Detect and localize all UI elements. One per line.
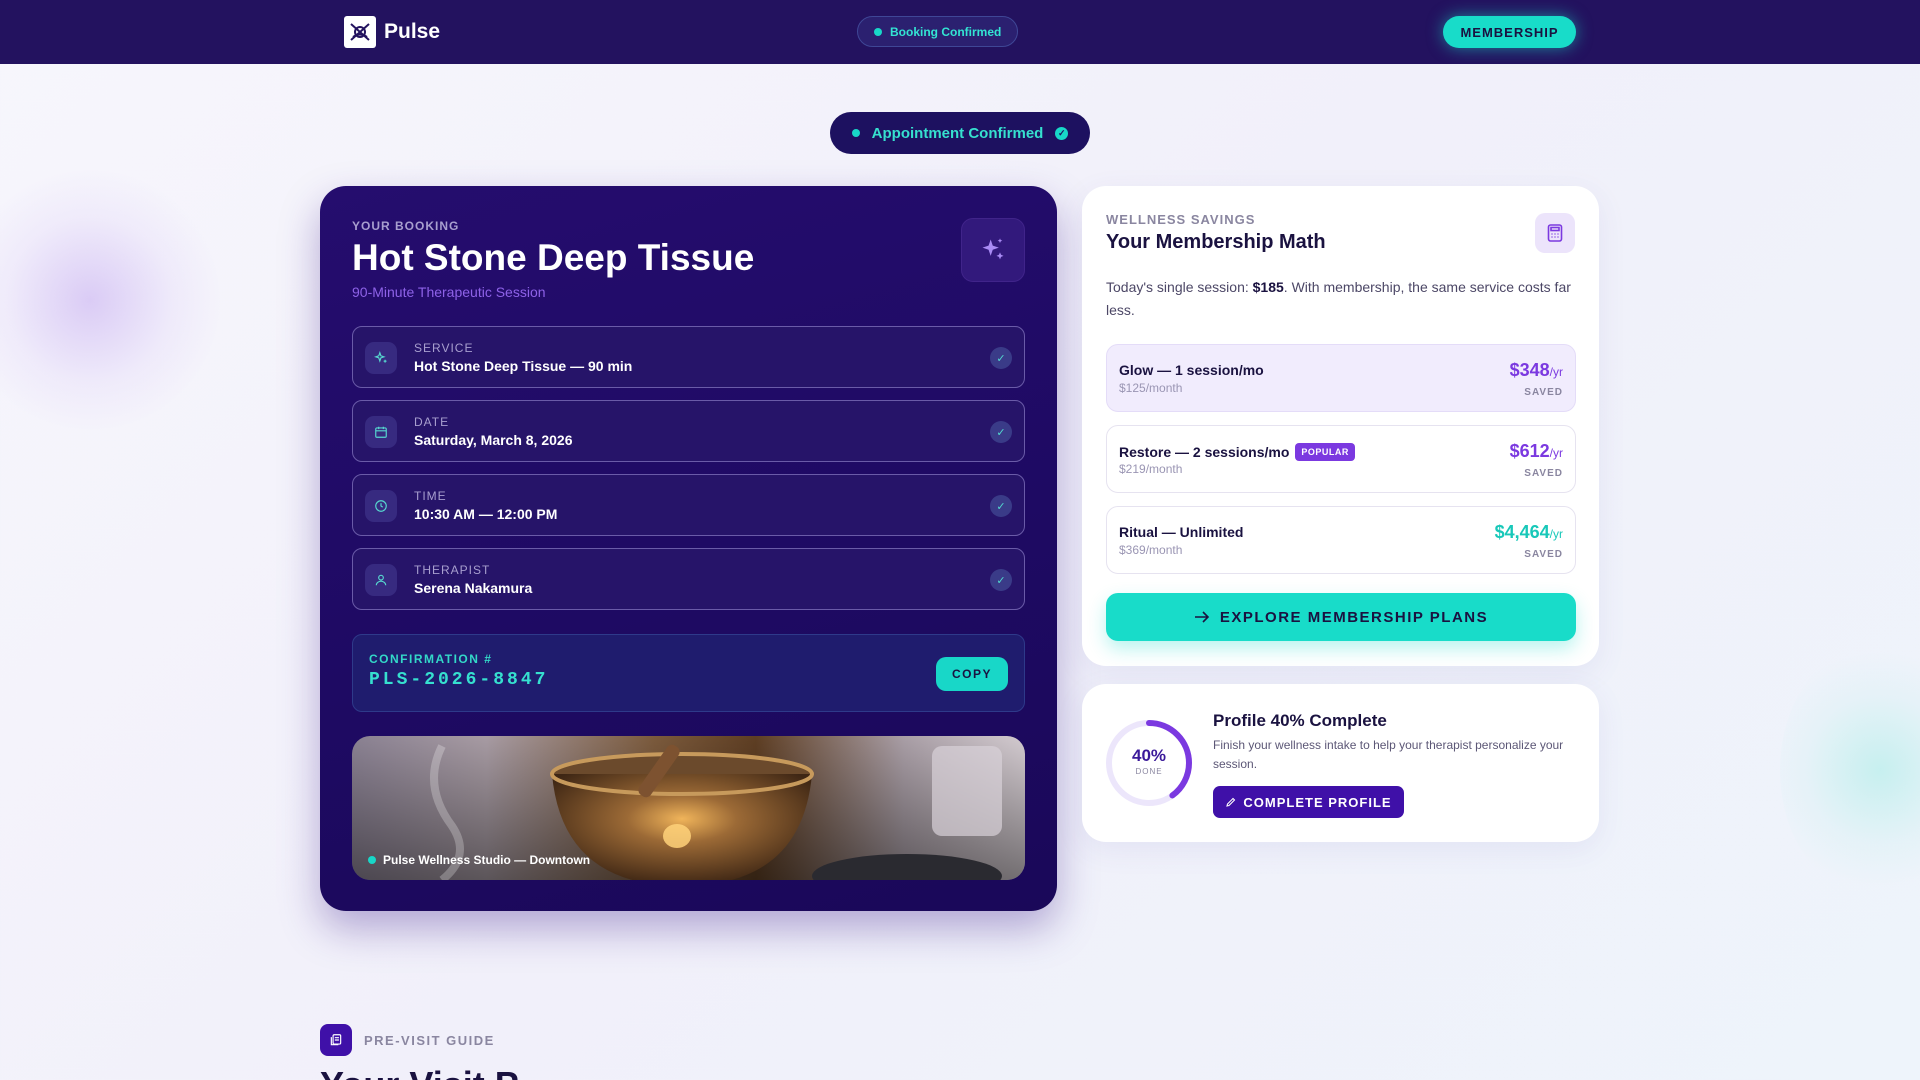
- detail-row-time: TIME 10:30 AM — 12:00 PM ✓: [352, 474, 1025, 536]
- detail-value: 10:30 AM — 12:00 PM: [414, 506, 558, 522]
- profile-title: Profile 40% Complete: [1213, 711, 1387, 730]
- plan-saved-label: SAVED: [1524, 549, 1563, 560]
- detail-value: Saturday, March 8, 2026: [414, 432, 573, 448]
- detail-label: TIME: [414, 489, 447, 503]
- plan-per: /yr: [1549, 365, 1563, 379]
- pulse-logo-icon: [344, 16, 376, 48]
- status-dot-icon: [874, 27, 882, 36]
- savings-description: Today's single session: $185. With membe…: [1106, 276, 1576, 322]
- booking-status-badge: Booking Confirmed: [857, 16, 1019, 47]
- appointment-confirmed-label: Appointment Confirmed: [871, 124, 1044, 142]
- background-blob-left: [0, 170, 220, 430]
- confirmation-label: CONFIRMATION #: [369, 652, 493, 666]
- plan-name-text: Restore — 2 sessions/mo: [1119, 444, 1290, 460]
- detail-row-therapist: THERAPIST Serena Nakamura ✓: [352, 548, 1025, 610]
- plan-per: /yr: [1549, 527, 1563, 541]
- plan-name: Glow — 1 session/mo: [1119, 362, 1264, 378]
- guide-eyebrow: PRE-VISIT GUIDE: [364, 1033, 495, 1048]
- plan-row-restore[interactable]: Restore — 2 sessions/mo POPULAR $219/mont…: [1106, 425, 1576, 493]
- progress-done-label: DONE: [1135, 767, 1163, 776]
- detail-label: SERVICE: [414, 341, 474, 355]
- guide-document-icon: [320, 1024, 352, 1056]
- copy-button[interactable]: COPY: [936, 657, 1008, 691]
- complete-profile-button[interactable]: COMPLETE PROFILE: [1213, 786, 1404, 818]
- booking-card: YOUR BOOKING Hot Stone Deep Tissue 90-Mi…: [320, 186, 1057, 911]
- detail-value: Hot Stone Deep Tissue — 90 min: [414, 358, 633, 374]
- detail-label: DATE: [414, 415, 450, 429]
- plan-annual-savings: $4,464/yr: [1495, 522, 1563, 543]
- booking-subtitle: 90-Minute Therapeutic Session: [352, 284, 546, 300]
- clock-icon: [365, 490, 397, 522]
- plan-amount: $4,464: [1494, 522, 1550, 542]
- detail-value: Serena Nakamura: [414, 580, 533, 596]
- sparkle-icon: [961, 218, 1025, 282]
- plan-monthly-price: $369/month: [1119, 543, 1183, 557]
- single-session-price: $185: [1252, 279, 1284, 295]
- savings-eyebrow: WELLNESS SAVINGS: [1106, 212, 1256, 227]
- plan-annual-savings: $348/yr: [1510, 360, 1563, 381]
- background-blob-right: [1780, 640, 1920, 900]
- plan-row-ritual[interactable]: Ritual — Unlimited $369/month $4,464/yr …: [1106, 506, 1576, 574]
- pencil-icon: [1226, 797, 1236, 807]
- confirmation-number: PLS-2026-8847: [369, 670, 549, 690]
- confirmed-dot-icon: [851, 129, 860, 137]
- explore-membership-button[interactable]: EXPLORE MEMBERSHIP PLANS: [1106, 593, 1576, 641]
- check-icon: ✓: [990, 421, 1012, 443]
- membership-savings-card: WELLNESS SAVINGS Your Membership Math To…: [1082, 186, 1599, 666]
- plan-annual-savings: $612/yr: [1510, 441, 1563, 462]
- plan-name: Ritual — Unlimited: [1119, 524, 1243, 540]
- location-dot-icon: [368, 856, 376, 864]
- profile-progress-card: 40% DONE Profile 40% Complete Finish you…: [1082, 684, 1599, 842]
- popular-badge: POPULAR: [1295, 443, 1355, 461]
- location-label: Pulse Wellness Studio — Downtown: [383, 853, 591, 867]
- plan-amount: $612: [1509, 441, 1550, 461]
- plan-name-text: Ritual — Unlimited: [1119, 524, 1244, 540]
- user-icon: [365, 564, 397, 596]
- plan-row-glow[interactable]: Glow — 1 session/mo $125/month $348/yr S…: [1106, 344, 1576, 412]
- savings-text-prefix: Today's single session:: [1106, 279, 1253, 295]
- complete-profile-label: COMPLETE PROFILE: [1243, 794, 1392, 810]
- plan-saved-label: SAVED: [1524, 468, 1563, 479]
- booking-title: Hot Stone Deep Tissue: [352, 237, 755, 278]
- explore-membership-label: EXPLORE MEMBERSHIP PLANS: [1219, 608, 1489, 626]
- calendar-icon: [365, 416, 397, 448]
- brand-name: Pulse: [384, 20, 441, 43]
- top-nav: Pulse Booking Confirmed MEMBERSHIP: [0, 0, 1920, 64]
- plan-monthly-price: $219/month: [1119, 462, 1183, 476]
- booking-status-label: Booking Confirmed: [890, 24, 1002, 39]
- location-caption: Pulse Wellness Studio — Downtown: [368, 853, 590, 867]
- detail-label: THERAPIST: [414, 563, 491, 577]
- confirmation-box: CONFIRMATION # PLS-2026-8847 COPY: [352, 634, 1025, 712]
- studio-photo: Pulse Wellness Studio — Downtown: [352, 736, 1025, 880]
- plan-amount: $348: [1509, 360, 1550, 380]
- plan-name: Restore — 2 sessions/mo POPULAR: [1119, 443, 1355, 461]
- plan-saved-label: SAVED: [1524, 387, 1563, 398]
- arrow-right-icon: [1194, 611, 1209, 623]
- calculator-icon: [1535, 213, 1575, 253]
- plan-monthly-price: $125/month: [1119, 381, 1183, 395]
- plan-per: /yr: [1549, 446, 1563, 460]
- check-icon: ✓: [990, 495, 1012, 517]
- brand-logo[interactable]: Pulse: [344, 16, 440, 48]
- check-icon: ✓: [990, 347, 1012, 369]
- booking-eyebrow: YOUR BOOKING: [352, 219, 460, 233]
- appointment-confirmed-pill: Appointment Confirmed ✓: [830, 112, 1090, 154]
- plan-name-text: Glow — 1 session/mo: [1119, 362, 1264, 378]
- guide-title: Your Visit P: [320, 1064, 519, 1080]
- profile-description: Finish your wellness intake to help your…: [1213, 738, 1564, 771]
- membership-button[interactable]: MEMBERSHIP: [1443, 16, 1576, 48]
- check-circle-icon: ✓: [1055, 126, 1069, 140]
- check-icon: ✓: [990, 569, 1012, 591]
- progress-percent: 40%: [1131, 746, 1167, 765]
- savings-title: Your Membership Math: [1106, 231, 1326, 253]
- detail-row-service: SERVICE Hot Stone Deep Tissue — 90 min ✓: [352, 326, 1025, 388]
- detail-row-date: DATE Saturday, March 8, 2026 ✓: [352, 400, 1025, 462]
- sparkle-icon: [365, 342, 397, 374]
